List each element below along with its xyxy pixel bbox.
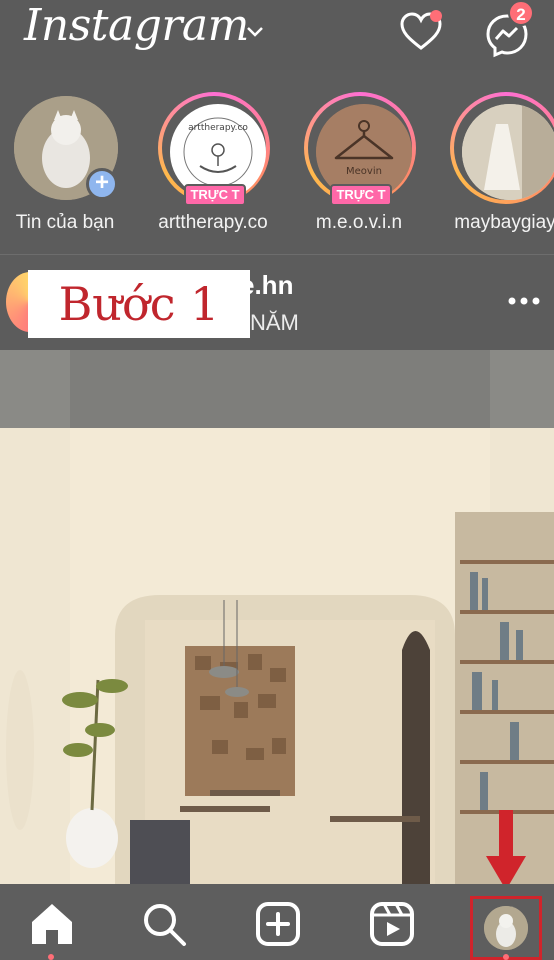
instagram-logo[interactable]: Instagram — [24, 0, 249, 51]
create-post-icon[interactable] — [252, 898, 304, 950]
home-icon[interactable] — [26, 898, 78, 950]
post-image[interactable] — [0, 350, 554, 884]
profile-tab-avatar[interactable] — [484, 906, 528, 950]
story-item-own[interactable]: + Tin của bạn — [0, 82, 130, 242]
top-bar: Instagram 2 — [0, 0, 554, 70]
profile-notification-dot — [503, 954, 509, 960]
red-arrow-annotation — [486, 810, 526, 890]
add-story-icon[interactable]: + — [86, 168, 118, 200]
stories-tray: + Tin của bạn arttherapy.co TRỰC T artth… — [0, 82, 554, 252]
chevron-down-icon[interactable] — [244, 20, 266, 42]
story-label: m.e.o.v.i.n — [315, 212, 403, 233]
svg-text:arttherapy.co: arttherapy.co — [188, 123, 248, 133]
svg-text:Meovin: Meovin — [346, 166, 382, 177]
live-badge: TRỰC T — [330, 184, 392, 206]
home-notification-dot — [48, 954, 54, 960]
profile-avatar-image — [484, 906, 528, 950]
story-label: maybaygiay — [454, 212, 554, 233]
post-subtitle: NĂM — [250, 310, 299, 335]
search-icon[interactable] — [138, 898, 190, 950]
avatar — [462, 104, 554, 200]
story-item-arttherapy[interactable]: arttherapy.co TRỰC T arttherapy.co — [148, 82, 278, 242]
story-item-meovin[interactable]: Meovin TRỰC T m.e.o.v.i.n — [294, 82, 424, 242]
reels-icon[interactable] — [366, 898, 418, 950]
live-badge: TRỰC T — [184, 184, 246, 206]
story-label: arttherapy.co — [158, 212, 268, 233]
more-options-icon[interactable] — [508, 296, 540, 306]
step-annotation: Bước 1 — [28, 270, 250, 338]
story-ring — [450, 92, 554, 204]
notification-dot — [430, 10, 442, 22]
messages-badge: 2 — [508, 0, 534, 26]
divider — [0, 254, 554, 255]
story-item-maybaygiay[interactable]: maybaygiay — [440, 82, 554, 242]
story-label: Tin của bạn — [15, 212, 115, 233]
cafe-interior-image — [0, 350, 554, 884]
dress-image — [462, 104, 554, 200]
